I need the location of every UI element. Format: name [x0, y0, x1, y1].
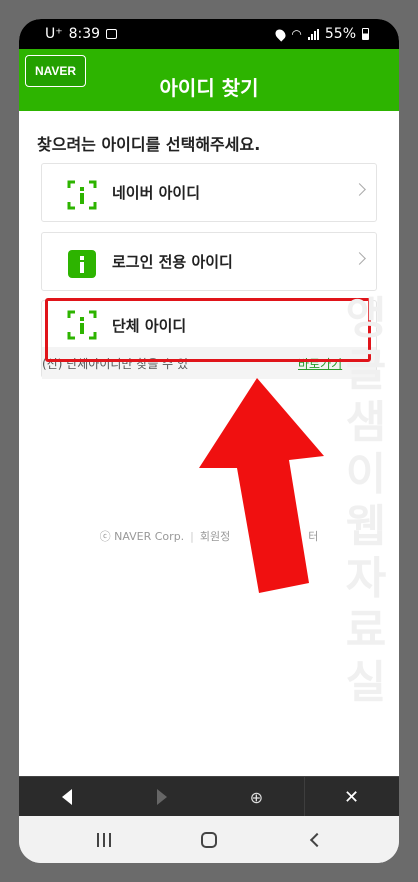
picture-icon: [106, 29, 118, 39]
option-label: 단체 아이디: [112, 317, 187, 335]
id-filled-icon: [68, 250, 96, 278]
back-nav-icon: [309, 832, 325, 848]
watermark-text: 앵글샘이웹자료실: [345, 293, 387, 708]
browser-toolbar: ⊕ ✕: [19, 776, 399, 817]
page-title: 아이디 찾기: [159, 76, 259, 100]
location-icon: [273, 26, 288, 42]
close-button[interactable]: ✕: [304, 777, 399, 817]
clock: 8:39: [68, 26, 101, 42]
chevron-right-icon: [353, 252, 366, 265]
back-icon: [61, 789, 72, 805]
id-outline-icon: [67, 310, 97, 340]
battery-icon: [362, 28, 369, 40]
recents-button[interactable]: [74, 828, 134, 852]
copyright-text: ⓒ NAVER Corp.: [99, 530, 185, 543]
web-button[interactable]: ⊕: [209, 777, 304, 817]
back-nav-button[interactable]: [287, 828, 347, 852]
carrier-label: U⁺: [45, 26, 63, 42]
red-arrow-annotation: [199, 378, 324, 593]
id-outline-icon: [67, 180, 97, 210]
battery-level: 55%: [324, 26, 356, 42]
group-id-note: (신) 단체아이디만 찾을 수 있 바로가기: [42, 347, 376, 379]
home-button[interactable]: [179, 828, 239, 852]
signal-icon: [307, 28, 319, 40]
web-icon: ⊕: [249, 787, 264, 807]
forward-icon: [156, 789, 167, 805]
home-icon: [201, 832, 217, 848]
close-icon: ✕: [343, 786, 360, 808]
forward-button[interactable]: [114, 777, 209, 817]
option-label: 로그인 전용 아이디: [112, 253, 233, 271]
option-group-id[interactable]: 단체 아이디 (신) 단체아이디만 찾을 수 있 바로가기: [41, 300, 377, 379]
option-label: 네이버 아이디: [112, 184, 201, 202]
chevron-right-icon: [353, 183, 366, 196]
option-naver-id[interactable]: 네이버 아이디: [41, 163, 377, 222]
phone-screen: U⁺ 8:39 ◠ 55% NAVER 아이디 찾기 찾으려는 아이디를 선택해…: [19, 19, 399, 863]
system-nav-bar: [19, 816, 399, 863]
option-login-only-id[interactable]: 로그인 전용 아이디: [41, 232, 377, 291]
group-shortcut-link[interactable]: 바로가기: [298, 355, 342, 372]
group-note-text: (신) 단체아이디만 찾을 수 있: [42, 357, 189, 371]
status-bar: U⁺ 8:39 ◠ 55%: [19, 19, 399, 49]
app-header: NAVER 아이디 찾기: [19, 49, 399, 111]
wifi-icon: ◠: [291, 27, 302, 41]
back-button[interactable]: [19, 777, 114, 817]
instruction-text: 찾으려는 아이디를 선택해주세요.: [37, 135, 261, 154]
recents-icon: [97, 833, 111, 847]
